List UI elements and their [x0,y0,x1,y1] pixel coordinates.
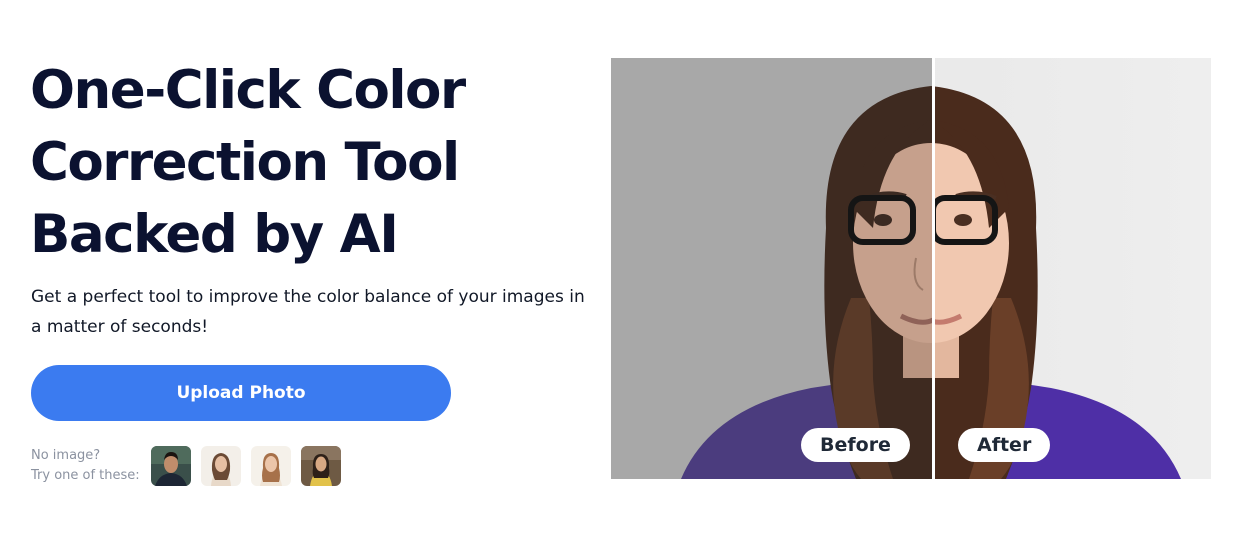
woman-yellow-portrait-thumbnail-icon [301,446,341,486]
page-title-line-3: Backed by AI [30,204,399,265]
sample-images: No image? Try one of these: [31,445,341,487]
page: One-Click Color Correction Tool Backed b… [0,0,1244,554]
page-title-line-2: Correction Tool [30,132,460,193]
portrait-comparison-image [611,58,1211,479]
sample-thumbnails [151,446,341,486]
after-label: After [958,428,1051,462]
man-portrait-thumbnail-icon [151,446,191,486]
sample-thumbnail-2[interactable] [201,446,241,486]
sample-images-label: No image? Try one of these: [31,446,151,486]
comparison-slider-handle[interactable] [932,58,935,479]
sample-thumbnail-1[interactable] [151,446,191,486]
woman-portrait-thumbnail-icon [251,446,291,486]
sample-images-label-line-1: No image? [31,448,101,463]
upload-photo-button[interactable]: Upload Photo [31,365,451,421]
page-title: One-Click Color Correction Tool Backed b… [30,55,590,271]
page-title-line-1: One-Click Color [30,60,466,121]
sample-thumbnail-3[interactable] [251,446,291,486]
before-label: Before [801,428,910,462]
page-subtitle: Get a perfect tool to improve the color … [31,287,585,337]
woman-portrait-thumbnail-icon [201,446,241,486]
before-after-comparison[interactable]: Before After [611,58,1211,479]
sample-thumbnail-4[interactable] [301,446,341,486]
sample-images-label-line-2: Try one of these: [31,468,140,483]
